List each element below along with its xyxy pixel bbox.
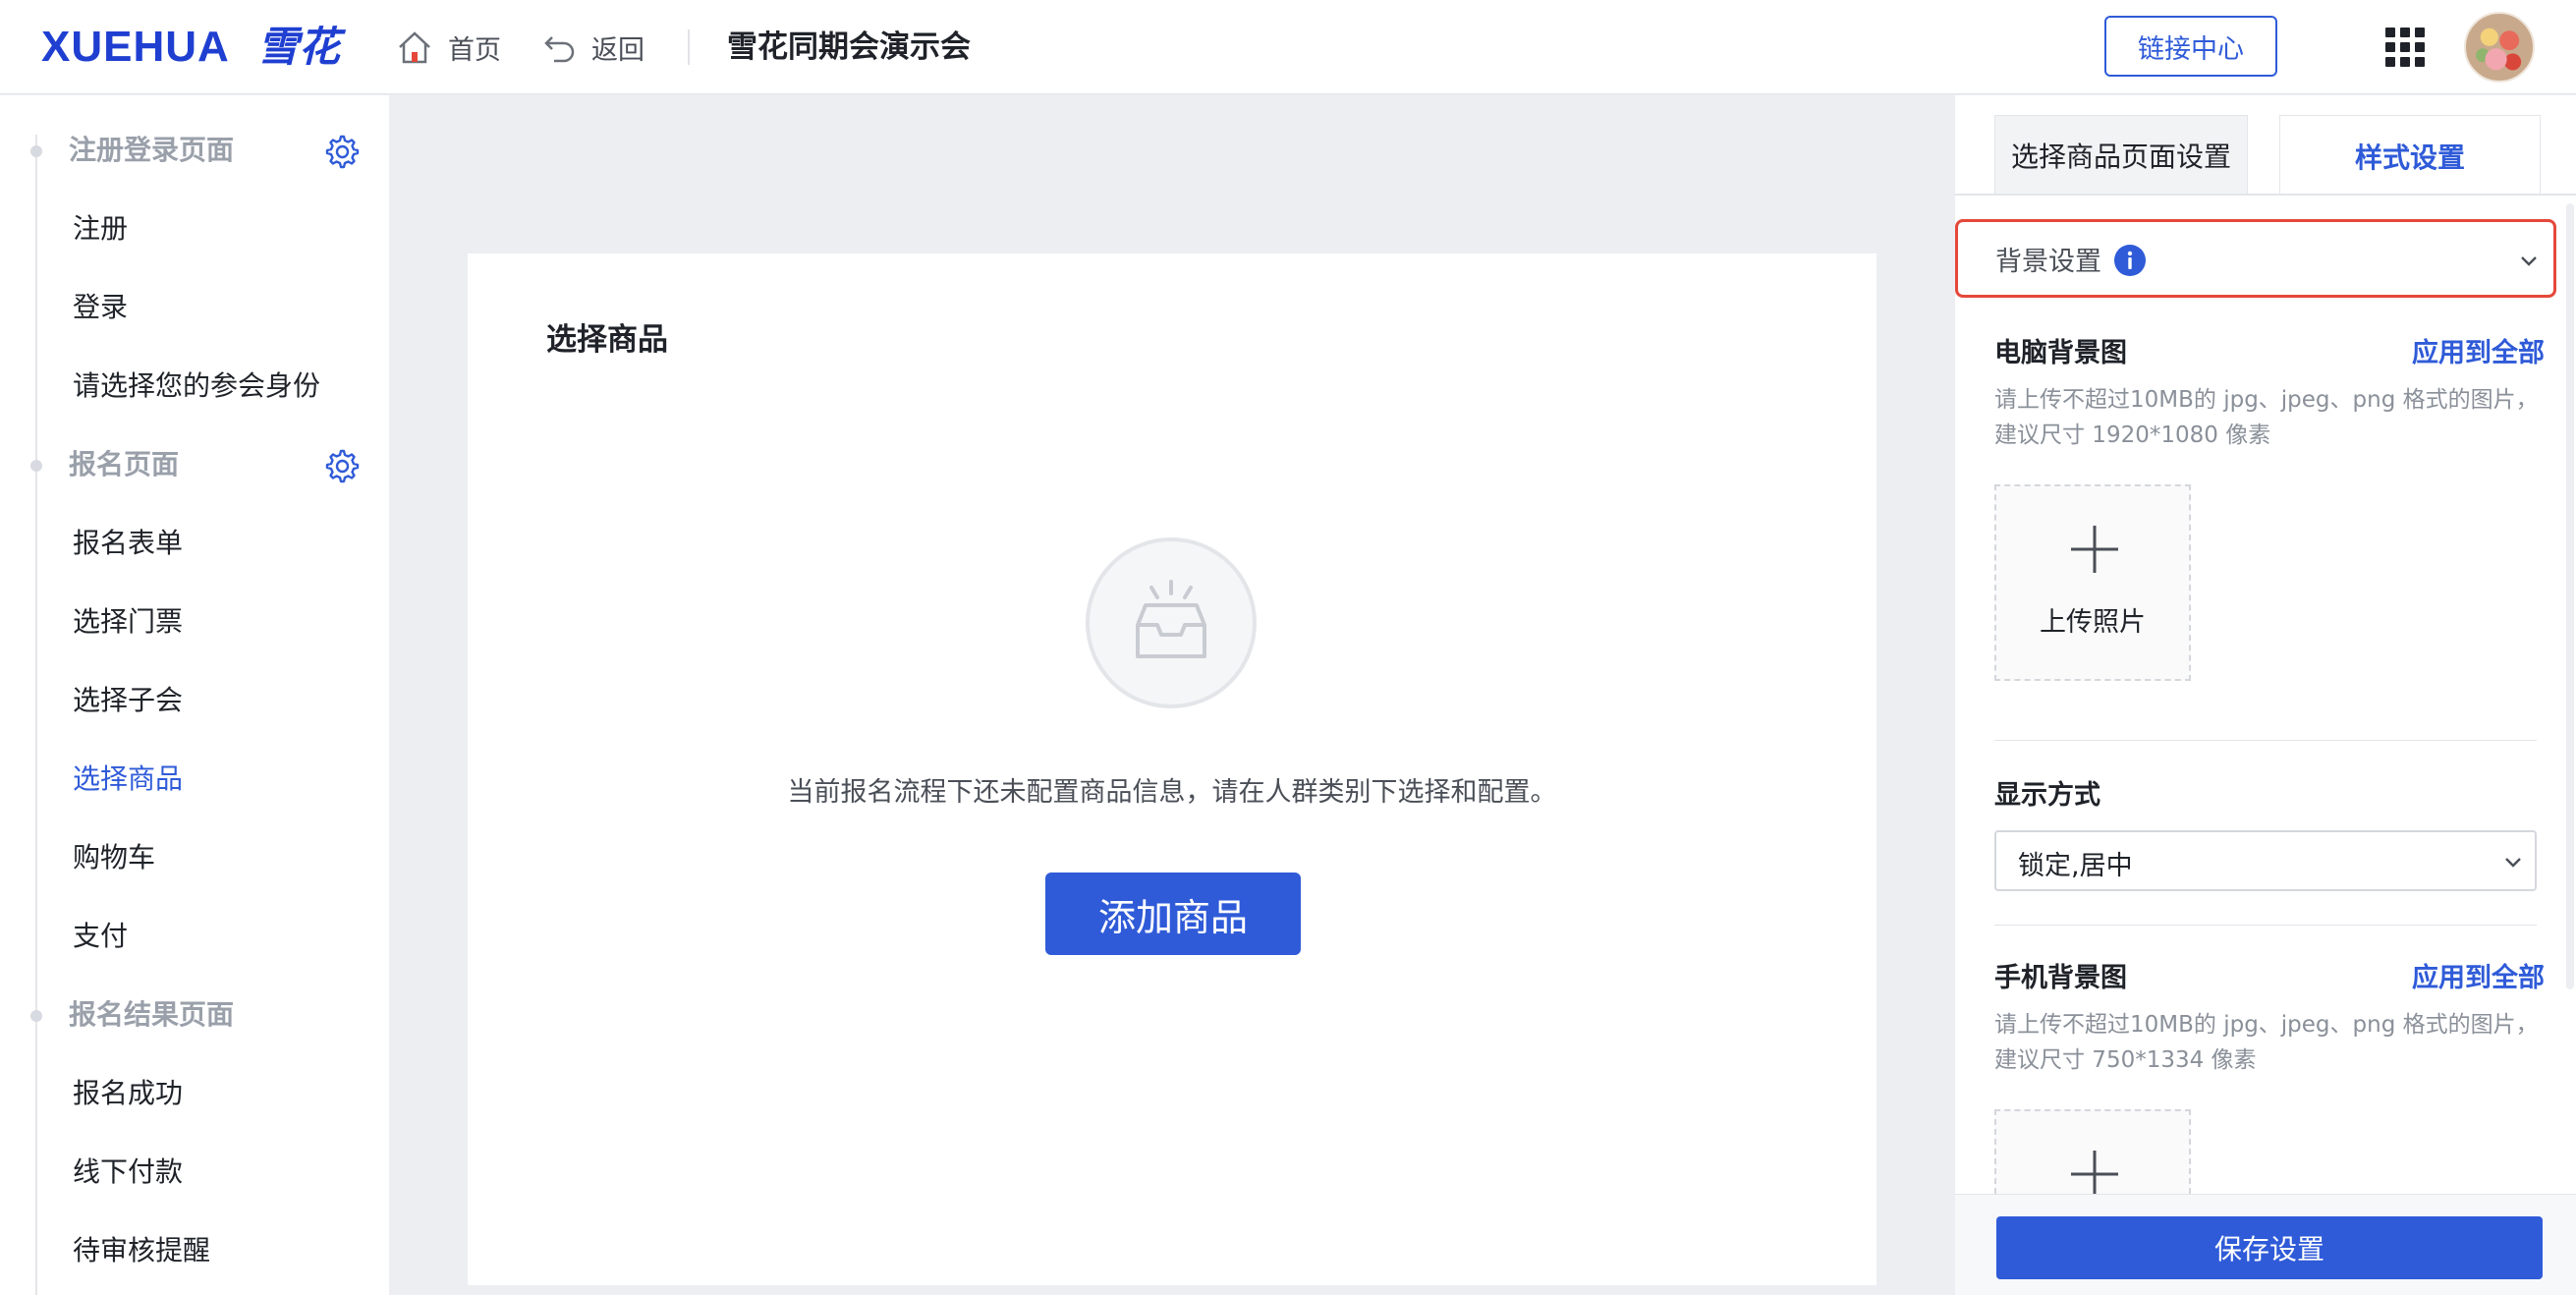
sidebar-item-register[interactable]: 注册 bbox=[73, 201, 128, 256]
header-divider bbox=[688, 29, 690, 65]
back-link[interactable]: 返回 bbox=[542, 26, 644, 69]
logo-chinese: 雪花 bbox=[257, 23, 341, 71]
panel-footer: 保存设置 bbox=[1955, 1194, 2576, 1295]
mobile-background-hint: 请上传不超过10MB的 jpg、jpeg、png 格式的图片，建议尺寸 750*… bbox=[1994, 1012, 2539, 1073]
home-link[interactable]: 首页 bbox=[395, 26, 501, 69]
sidebar-timeline bbox=[35, 135, 37, 1295]
display-mode-select[interactable]: 锁定,居中 bbox=[1994, 830, 2537, 891]
tab-style-settings[interactable]: 样式设置 bbox=[2279, 115, 2541, 196]
event-title: 雪花同期会演示会 bbox=[727, 29, 971, 65]
top-bar: XUEHUA 雪花 首页 返回 雪花同期会演示会 链接中心 bbox=[0, 0, 2576, 94]
settings-tabs: 选择商品页面设置 样式设置 bbox=[1955, 95, 2576, 196]
section-divider bbox=[1994, 925, 2537, 926]
section-dot bbox=[30, 145, 42, 157]
sidebar: 注册登录页面 注册 登录 请选择您的参会身份 报名页面 报名表单 选择门票 选择… bbox=[0, 95, 389, 1295]
tab-page-settings[interactable]: 选择商品页面设置 bbox=[1994, 115, 2248, 194]
settings-panel: 选择商品页面设置 样式设置 背景设置 电脑背景图 应用到全部 请上传不超过10M… bbox=[1955, 95, 2576, 1295]
sidebar-item-pending-review[interactable]: 待审核提醒 bbox=[73, 1223, 210, 1278]
pc-background-label: 电脑背景图 bbox=[1994, 338, 2127, 368]
info-icon[interactable] bbox=[2113, 244, 2147, 277]
background-settings-header[interactable]: 背景设置 bbox=[1955, 219, 2556, 298]
home-icon bbox=[399, 31, 430, 64]
logo-text: XUEHUA bbox=[41, 23, 230, 71]
sidebar-item-signup-form[interactable]: 报名表单 bbox=[73, 516, 183, 571]
section-label: 注册登录页面 bbox=[69, 134, 235, 166]
save-settings-button[interactable]: 保存设置 bbox=[1996, 1216, 2543, 1279]
mobile-background-label: 手机背景图 bbox=[1994, 963, 2127, 993]
undo-arrow-icon bbox=[544, 36, 575, 63]
sidebar-section-result: 报名结果页面 bbox=[0, 984, 389, 1046]
section-dot bbox=[30, 460, 42, 472]
section-divider bbox=[1994, 740, 2537, 741]
link-center-button[interactable]: 链接中心 bbox=[2104, 16, 2277, 77]
sidebar-item-products[interactable]: 选择商品 bbox=[73, 752, 183, 807]
grid-apps-icon[interactable] bbox=[2385, 28, 2425, 67]
sidebar-item-success[interactable]: 报名成功 bbox=[73, 1066, 183, 1121]
home-label: 首页 bbox=[448, 34, 501, 66]
pc-upload-box[interactable]: 上传照片 bbox=[1994, 484, 2191, 681]
gear-icon[interactable] bbox=[320, 445, 362, 486]
sidebar-section-register: 注册登录页面 bbox=[0, 119, 389, 182]
plus-icon bbox=[2071, 526, 2118, 573]
back-label: 返回 bbox=[591, 34, 644, 66]
display-mode-value: 锁定,居中 bbox=[2018, 851, 2133, 881]
sidebar-section-signup: 报名页面 bbox=[0, 433, 389, 496]
display-mode-label: 显示方式 bbox=[1994, 780, 2100, 811]
mobile-upload-box[interactable] bbox=[1994, 1109, 2191, 1194]
avatar[interactable] bbox=[2464, 12, 2535, 83]
sidebar-item-payment[interactable]: 支付 bbox=[73, 909, 128, 964]
pc-background-hint: 请上传不超过10MB的 jpg、jpeg、png 格式的图片，建议尺寸 1920… bbox=[1994, 387, 2539, 448]
sidebar-item-sub-sessions[interactable]: 选择子会 bbox=[73, 673, 183, 728]
panel-scrollbar[interactable] bbox=[2566, 203, 2574, 989]
preview-card: 选择商品 当前报名流程下还未配置商品信息，请在人群类别下选择和配置。 添加商品 bbox=[468, 253, 1876, 1285]
sidebar-item-offline-payment[interactable]: 线下付款 bbox=[73, 1145, 183, 1200]
sidebar-item-cart[interactable]: 购物车 bbox=[73, 830, 155, 885]
chevron-down-icon bbox=[2505, 858, 2521, 868]
mobile-apply-all-link[interactable]: 应用到全部 bbox=[2412, 956, 2545, 994]
chevron-down-icon bbox=[2521, 256, 2537, 266]
sidebar-item-login[interactable]: 登录 bbox=[73, 280, 128, 335]
section-dot bbox=[30, 1010, 42, 1022]
card-title: 选择商品 bbox=[546, 322, 668, 358]
add-product-button[interactable]: 添加商品 bbox=[1045, 873, 1301, 955]
tabs-divider bbox=[1955, 194, 2576, 196]
empty-state-text: 当前报名流程下还未配置商品信息，请在人群类别下选择和配置。 bbox=[787, 777, 1557, 808]
gear-icon[interactable] bbox=[320, 131, 362, 172]
section-label: 报名页面 bbox=[69, 448, 180, 480]
upload-label: 上传照片 bbox=[2040, 607, 2146, 638]
background-settings-label: 背景设置 bbox=[1995, 247, 2101, 277]
plus-icon bbox=[2071, 1151, 2118, 1194]
pc-apply-all-link[interactable]: 应用到全部 bbox=[2412, 331, 2545, 369]
empty-inbox-icon bbox=[1086, 537, 1257, 708]
section-label: 报名结果页面 bbox=[69, 998, 235, 1031]
sidebar-item-identity[interactable]: 请选择您的参会身份 bbox=[73, 359, 320, 414]
sidebar-item-tickets[interactable]: 选择门票 bbox=[73, 594, 183, 649]
